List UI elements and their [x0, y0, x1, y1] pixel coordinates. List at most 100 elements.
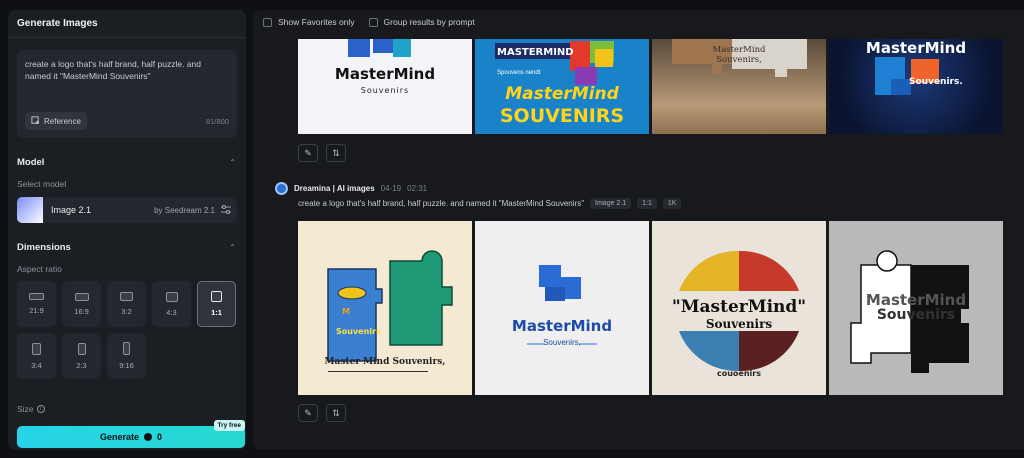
generated-image[interactable]: MASTERMIND Spouvens nendt MasterMind SOU… — [475, 39, 649, 134]
aspect-option-selected[interactable]: 1:1 — [197, 281, 236, 327]
image-title: "MasterMind" — [671, 297, 807, 317]
tag-model: Image 2.1 — [590, 198, 632, 209]
app-root: Generate Images create a logo that's hal… — [0, 0, 1024, 458]
aspect-shape-icon — [74, 292, 89, 301]
image-add-icon — [31, 115, 40, 127]
results-panel: Show Favorites only Group results by pro… — [253, 10, 1024, 450]
group-label: Group results by prompt — [383, 17, 475, 27]
result-prompt[interactable]: create a logo that's half brand, half pu… — [298, 199, 584, 208]
generate-button[interactable]: Generate 0 Try free — [17, 420, 245, 448]
aspect-label: 9:16 — [119, 361, 134, 370]
image-inner-letter: M — [342, 307, 350, 316]
prompt-input[interactable]: create a logo that's half brand, half pu… — [17, 50, 237, 138]
model-name: Image 2.1 — [51, 205, 92, 215]
generate-label: Generate — [99, 432, 139, 442]
aspect-label: 21:9 — [29, 306, 44, 315]
favorites-filter[interactable]: Show Favorites only — [263, 17, 355, 27]
image-row-1: MasterMind Souvenirs MASTERMIND Spouvens… — [298, 39, 1003, 134]
aspect-option[interactable]: 3:4 — [17, 333, 56, 379]
select-model-label: Select model — [17, 179, 67, 189]
aspect-shape-icon — [211, 291, 222, 302]
image-title: MASTERMIND — [497, 47, 574, 58]
model-section-title: Model — [17, 157, 45, 168]
generated-image[interactable]: MasterMind Souvenirs — [829, 221, 1003, 395]
image-subtitle: Souvenirs — [360, 86, 410, 95]
checkbox-icon[interactable] — [368, 17, 378, 27]
result-date: 04-19 — [380, 184, 402, 193]
result-time: 02:31 — [407, 184, 428, 193]
credit-icon — [144, 433, 152, 441]
generate-panel: Generate Images create a logo that's hal… — [8, 10, 246, 450]
chevron-up-icon[interactable]: ⌃ — [229, 158, 236, 167]
aspect-option[interactable]: 16:9 — [62, 281, 101, 327]
tag-resolution: 1K — [662, 198, 682, 209]
info-icon[interactable]: i — [36, 405, 45, 413]
generated-image[interactable]: "MasterMind" Souvenirs couoenirs — [652, 221, 826, 395]
favorites-label: Show Favorites only — [278, 17, 355, 27]
image-subtitle: Spouvens nendt — [497, 70, 541, 76]
image-title: MasterMind — [712, 45, 766, 55]
sliders-icon[interactable] — [221, 204, 231, 216]
generated-image[interactable]: M Souvenirs Master Mind Souvenirs, — [298, 221, 472, 395]
aspect-shape-icon — [32, 342, 41, 355]
group-filter[interactable]: Group results by prompt — [368, 17, 475, 27]
image-title: MasterMind — [865, 39, 967, 57]
model-thumbnail — [17, 197, 43, 223]
generated-image[interactable]: MasterMind Souvenirs, — [475, 221, 649, 395]
reference-button[interactable]: Reference — [25, 112, 87, 130]
agent-name: Dreamina | AI images — [294, 184, 375, 193]
regenerate-icon[interactable]: ⇅ — [326, 144, 346, 162]
image-subtitle: Souvenirs. — [909, 77, 963, 87]
image-headline-2: SOUVENIRS — [499, 105, 625, 127]
image-subtitle: Souvenirs, — [543, 338, 581, 347]
result-prompt-row: create a logo that's half brand, half pu… — [298, 198, 682, 209]
size-label: Size i — [17, 404, 45, 414]
aspect-shape-icon — [123, 342, 130, 355]
aspect-option[interactable]: 9:16 — [107, 333, 146, 379]
generated-image[interactable]: MasterMind Souvenirs. — [829, 39, 1003, 134]
image-subtitle: Souvenirs, — [716, 55, 762, 65]
image-inner-text: Souvenirs — [336, 327, 381, 336]
checkbox-icon[interactable] — [263, 17, 272, 27]
aspect-label: 16:9 — [74, 306, 89, 316]
image-row-2: M Souvenirs Master Mind Souvenirs, Maste… — [298, 221, 1003, 395]
image-title: MasterMind — [511, 317, 613, 335]
generated-image[interactable]: MasterMind Souvenirs, — [652, 39, 826, 134]
model-selector[interactable]: Image 2.1 by Seedream 2.1 — [17, 197, 237, 223]
dimensions-section-title: Dimensions — [17, 242, 71, 253]
image-footer-text: couoenirs — [717, 369, 761, 378]
generated-image[interactable]: MasterMind Souvenirs — [298, 39, 472, 134]
image-subtitle: Souvenirs — [876, 307, 956, 323]
reference-label: Reference — [44, 116, 81, 126]
prompt-text[interactable]: create a logo that's half brand, half pu… — [25, 58, 229, 82]
dreamina-logo-icon — [275, 182, 288, 195]
char-count: 81/800 — [206, 117, 229, 126]
image-subtitle: Souvenirs — [705, 317, 773, 331]
tag-ratio: 1:1 — [637, 198, 657, 209]
aspect-option[interactable]: 2:3 — [62, 333, 101, 379]
aspect-option[interactable]: 21:9 — [17, 281, 56, 327]
aspect-label: 3:2 — [121, 307, 132, 316]
regenerate-icon[interactable]: ⇅ — [326, 404, 346, 422]
aspect-option[interactable]: 4:3 — [152, 281, 191, 327]
image-title: MasterMind — [334, 65, 436, 83]
credit-count: 0 — [157, 432, 163, 442]
aspect-label: 2:3 — [76, 360, 87, 370]
edit-icon[interactable]: ✎ — [298, 404, 318, 422]
image-title: Master Mind Souvenirs, — [324, 357, 446, 367]
aspect-label: 4:3 — [166, 307, 177, 317]
result-header: Dreamina | AI images 04-19 02:31 — [275, 182, 427, 195]
aspect-shape-icon — [165, 291, 178, 302]
aspect-label: 3:4 — [31, 360, 42, 370]
aspect-shape-icon — [77, 342, 86, 355]
aspect-option[interactable]: 3:2 — [107, 281, 146, 327]
aspect-shape-icon — [29, 293, 44, 300]
size-text: Size — [17, 404, 34, 414]
aspect-shape-icon — [120, 292, 133, 301]
try-free-badge: Try free — [213, 420, 245, 431]
edit-icon[interactable]: ✎ — [298, 144, 318, 162]
aspect-label: 1:1 — [211, 308, 222, 317]
aspect-ratio-label: Aspect ratio — [17, 264, 62, 274]
chevron-up-icon[interactable]: ⌃ — [229, 243, 236, 252]
filters-bar: Show Favorites only Group results by pro… — [263, 17, 475, 27]
